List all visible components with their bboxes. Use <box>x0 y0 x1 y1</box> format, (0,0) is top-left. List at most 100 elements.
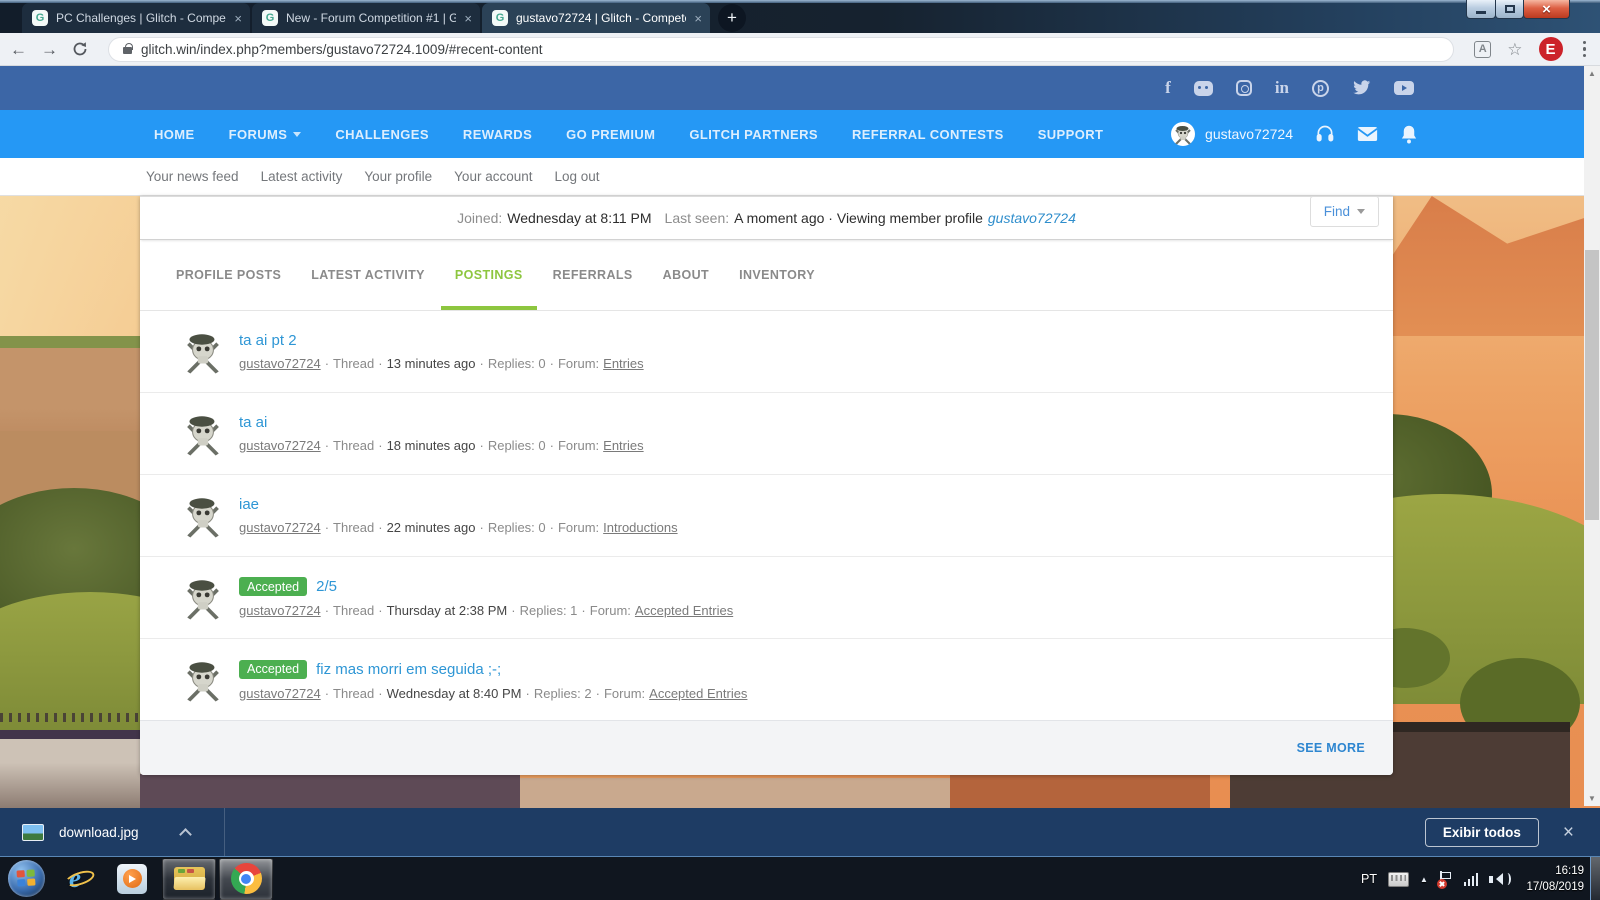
back-button[interactable]: ← <box>10 41 27 58</box>
thread-title-link[interactable]: 2/5 <box>316 578 337 595</box>
user-avatar[interactable] <box>1171 122 1195 146</box>
linkedin-icon[interactable]: in <box>1275 78 1289 98</box>
chevron-up-icon[interactable] <box>179 828 192 841</box>
browser-menu-icon[interactable] <box>1579 41 1591 58</box>
youtube-icon[interactable] <box>1394 78 1414 98</box>
discord-icon[interactable] <box>1194 78 1213 98</box>
author-link[interactable]: gustavo72724 <box>239 686 321 701</box>
network-icon[interactable] <box>1464 872 1479 886</box>
close-window-button[interactable]: × <box>1523 0 1570 19</box>
downloaded-filename[interactable]: download.jpg <box>59 825 139 840</box>
tab-postings[interactable]: POSTINGS <box>455 268 523 310</box>
author-link[interactable]: gustavo72724 <box>239 356 321 371</box>
poster-avatar[interactable] <box>178 491 228 541</box>
social-bar: f in p <box>0 66 1600 110</box>
taskbar-internet-explorer-button[interactable]: e <box>48 858 102 900</box>
browser-profile-avatar[interactable]: E <box>1539 37 1563 61</box>
poster-avatar[interactable] <box>178 409 228 459</box>
close-download-bar-icon[interactable]: × <box>1563 823 1574 842</box>
logged-in-username[interactable]: gustavo72724 <box>1205 126 1293 142</box>
thread-title-link[interactable]: fiz mas morri em seguida ;-; <box>316 661 501 678</box>
author-link[interactable]: gustavo72724 <box>239 603 321 618</box>
show-desktop-button[interactable] <box>1590 857 1600 900</box>
minimize-button[interactable] <box>1466 0 1496 19</box>
tab-gustavo-profile[interactable]: G gustavo72724 | Glitch - Compete × <box>482 3 710 33</box>
nav-item-forums[interactable]: FORUMS <box>229 127 302 142</box>
browser-scrollbar[interactable]: ▲ ▼ <box>1584 66 1600 806</box>
taskbar-media-player-button[interactable] <box>105 858 159 900</box>
forum-link[interactable]: Accepted Entries <box>649 686 747 701</box>
tray-clock[interactable]: 16:19 17/08/2019 <box>1526 863 1584 895</box>
tab-profile-posts[interactable]: PROFILE POSTS <box>176 268 281 310</box>
poster-avatar[interactable] <box>178 655 228 705</box>
tab-inventory[interactable]: INVENTORY <box>739 268 815 310</box>
nav-item-referral-contests[interactable]: REFERRAL CONTESTS <box>852 127 1004 142</box>
keyboard-layout-icon[interactable] <box>1388 872 1409 887</box>
nav-item-home[interactable]: HOME <box>154 127 195 142</box>
nav-item-challenges[interactable]: CHALLENGES <box>335 127 429 142</box>
poster-avatar[interactable] <box>178 327 228 377</box>
forum-label: Forum: <box>558 520 599 535</box>
reload-button[interactable] <box>72 41 88 57</box>
see-more-link[interactable]: SEE MORE <box>1297 741 1365 755</box>
twitter-icon[interactable] <box>1352 78 1371 98</box>
nav-item-rewards[interactable]: REWARDS <box>463 127 532 142</box>
bell-icon[interactable] <box>1400 124 1418 144</box>
tab-pc-challenges[interactable]: G PC Challenges | Glitch - Compete × <box>22 3 250 33</box>
language-indicator[interactable]: PT <box>1361 872 1377 886</box>
mail-icon[interactable] <box>1357 126 1378 142</box>
tab-latest-activity[interactable]: LATEST ACTIVITY <box>311 268 425 310</box>
poster-avatar[interactable] <box>178 573 228 623</box>
hidden-icons-arrow[interactable]: ▲ <box>1420 875 1428 884</box>
viewing-profile-link[interactable]: gustavo72724 <box>988 210 1076 226</box>
facebook-icon[interactable]: f <box>1165 78 1171 98</box>
nav-item-support[interactable]: SUPPORT <box>1038 127 1104 142</box>
nav-item-glitch-partners[interactable]: GLITCH PARTNERS <box>689 127 818 142</box>
tab-close-icon[interactable]: × <box>464 12 472 25</box>
nav-item-go-premium[interactable]: GO PREMIUM <box>566 127 655 142</box>
url-text[interactable]: glitch.win/index.php?members/gustavo7272… <box>141 42 543 57</box>
scroll-up-arrow[interactable]: ▲ <box>1584 66 1600 81</box>
glitch-favicon-icon: G <box>262 10 278 26</box>
padlock-icon[interactable] <box>123 47 132 54</box>
subnav-latest-activity[interactable]: Latest activity <box>261 169 343 184</box>
taskbar-chrome-button[interactable] <box>219 858 273 900</box>
address-bar[interactable]: glitch.win/index.php?members/gustavo7272… <box>108 37 1454 62</box>
thread-title-link[interactable]: iae <box>239 496 259 513</box>
forum-link[interactable]: Introductions <box>603 520 677 535</box>
subnav-log-out[interactable]: Log out <box>554 169 599 184</box>
pinterest-icon[interactable]: p <box>1312 78 1329 98</box>
thread-title-link[interactable]: ta ai <box>239 414 267 431</box>
tab-close-icon[interactable]: × <box>694 12 702 25</box>
start-button[interactable] <box>8 860 45 897</box>
forward-button[interactable]: → <box>41 41 58 58</box>
tab-forum-competition[interactable]: G New - Forum Competition #1 | G × <box>252 3 480 33</box>
subnav-your-profile[interactable]: Your profile <box>364 169 432 184</box>
translate-icon[interactable]: A <box>1474 41 1491 58</box>
tab-referrals[interactable]: REFERRALS <box>553 268 633 310</box>
author-link[interactable]: gustavo72724 <box>239 520 321 535</box>
subnav-your-news-feed[interactable]: Your news feed <box>146 169 239 184</box>
action-center-icon[interactable] <box>1439 871 1453 887</box>
headset-icon[interactable] <box>1315 124 1335 144</box>
scroll-down-arrow[interactable]: ▼ <box>1584 791 1600 806</box>
show-all-downloads-button[interactable]: Exibir todos <box>1425 818 1539 847</box>
maximize-button[interactable] <box>1495 0 1524 19</box>
author-link[interactable]: gustavo72724 <box>239 438 321 453</box>
scrollbar-thumb[interactable] <box>1585 250 1599 520</box>
postings-list: ta ai pt 2 gustavo72724 · Thread · 13 mi… <box>140 310 1393 721</box>
instagram-icon[interactable] <box>1236 78 1252 98</box>
taskbar-explorer-button[interactable] <box>162 858 216 900</box>
subnav-your-account[interactable]: Your account <box>454 169 532 184</box>
bookmark-star-icon[interactable]: ☆ <box>1507 41 1522 58</box>
forum-link[interactable]: Accepted Entries <box>635 603 733 618</box>
find-button[interactable]: Find <box>1310 196 1379 227</box>
volume-icon[interactable] <box>1489 873 1511 885</box>
tab-about[interactable]: ABOUT <box>663 268 709 310</box>
forum-link[interactable]: Entries <box>603 438 643 453</box>
thread-title-link[interactable]: ta ai pt 2 <box>239 332 297 349</box>
new-tab-button[interactable]: + <box>718 4 746 32</box>
forum-link[interactable]: Entries <box>603 356 643 371</box>
member-status-row: Joined: Wednesday at 8:11 PM Last seen: … <box>140 196 1393 240</box>
tab-close-icon[interactable]: × <box>234 12 242 25</box>
